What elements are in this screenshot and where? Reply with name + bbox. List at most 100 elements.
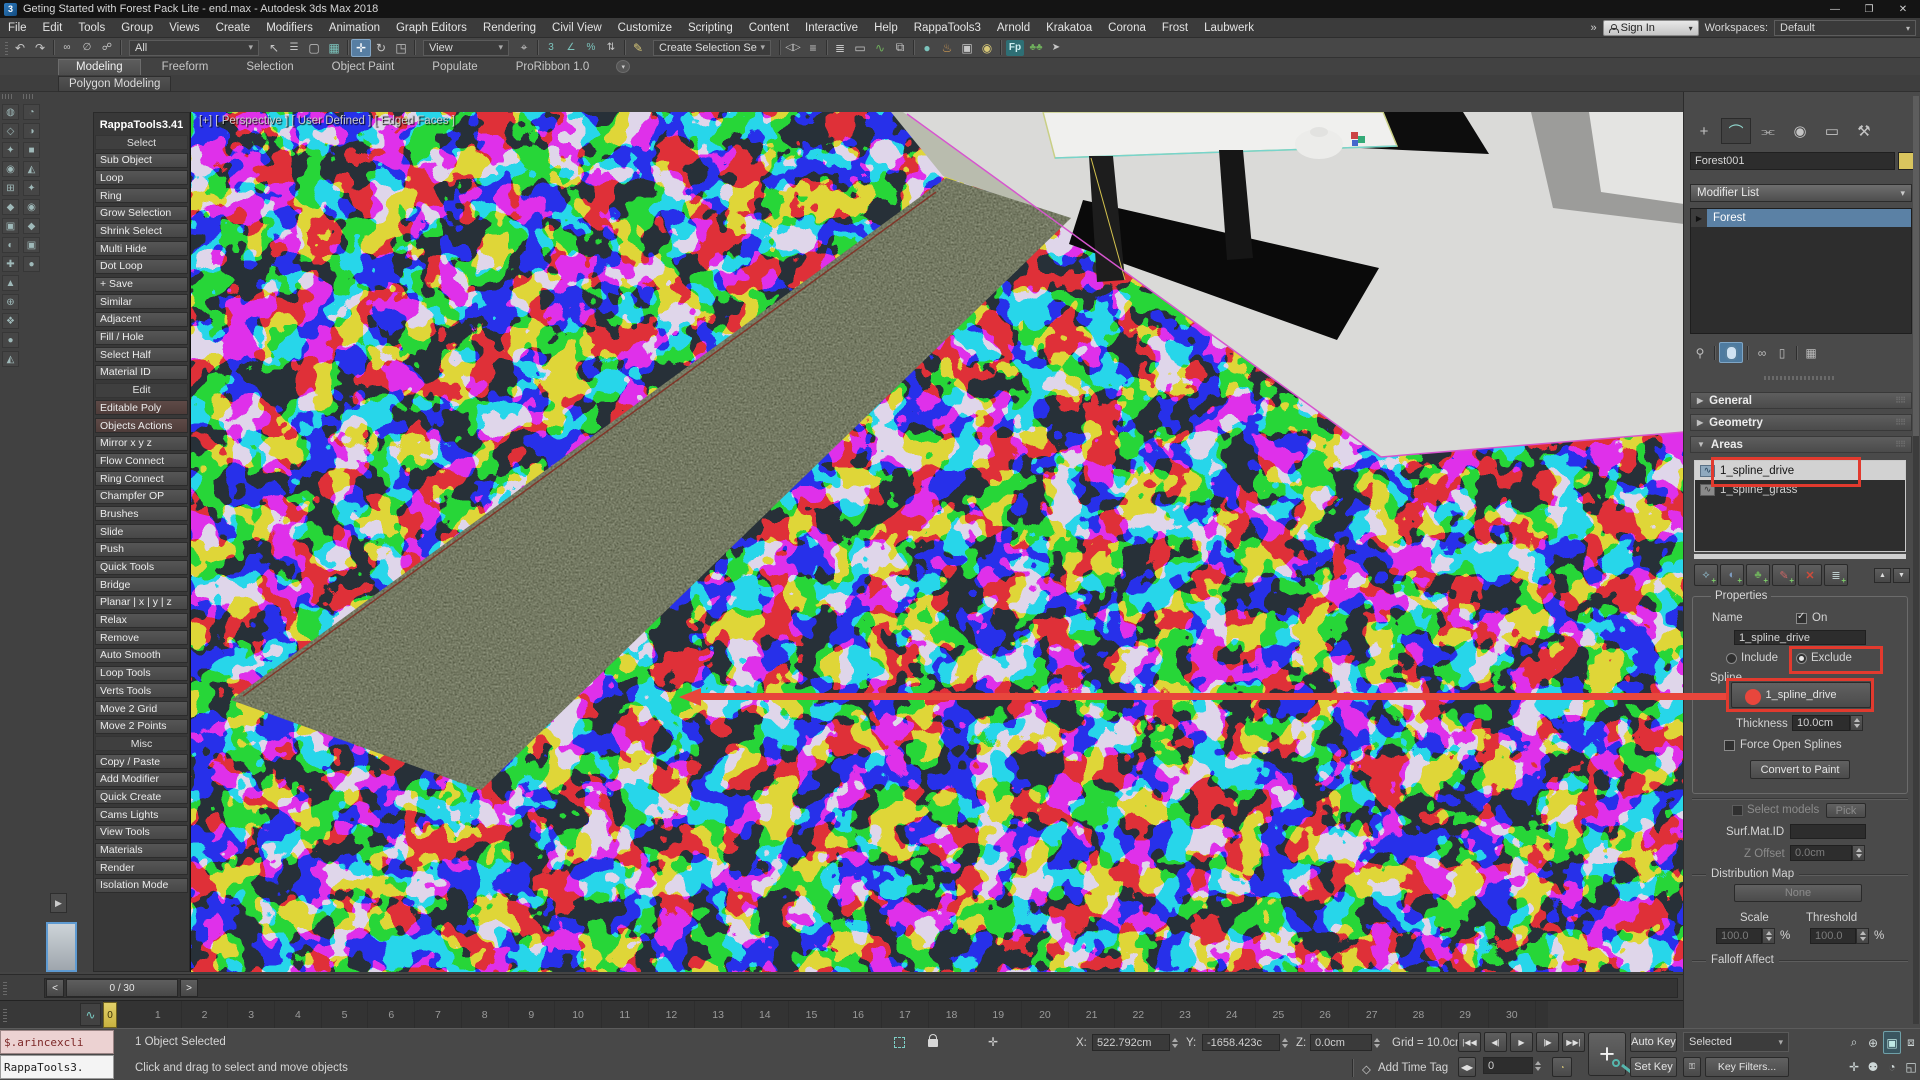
maxscript-listener-line1[interactable]: $.arincexcli [0,1030,114,1054]
command-panel-tab[interactable]: ⚒ [1849,118,1879,144]
toolbar-icon[interactable]: ♨ [937,39,957,57]
toolbar-icon[interactable] [344,39,351,57]
menu-item[interactable]: Rendering [475,18,544,38]
pin-stack-icon[interactable]: ⚲ [1690,343,1710,362]
dock-toolbar-icon[interactable]: ⊕ [2,294,19,310]
rappatools-button[interactable]: Remove [95,630,188,645]
viewport[interactable]: [+] [ Perspective ] [ User Defined ] [ E… [190,112,1683,972]
toolbar-icon[interactable]: ◁▷ [783,39,803,57]
remove-modifier-icon[interactable]: ▯ [1772,343,1792,362]
dock-toolbar-icon[interactable]: ● [23,256,40,272]
rappatools-button[interactable]: Multi Hide [95,241,188,256]
rappatools-button[interactable]: Champfer OP [95,489,188,504]
ribbon-tab[interactable]: Modeling [58,59,141,75]
toolbar-icon[interactable]: Create Selection Se [653,40,771,56]
add-time-tag[interactable]: Add Time Tag [1378,1062,1448,1074]
toolbar-icon[interactable]: ♣♣ [1026,39,1046,57]
force-open-splines-checkbox[interactable] [1724,740,1735,751]
toolbar-icon[interactable]: ≣ [830,39,850,57]
selection-lock-icon[interactable] [922,1030,944,1050]
spinner-arrows-icon[interactable] [1850,715,1863,731]
rappatools-button[interactable]: Shrink Select [95,223,188,238]
toolbar-icon[interactable] [823,39,830,57]
dock-toolbar-icon[interactable]: ◆ [2,199,19,215]
add-paint-area-button[interactable]: ✎+ [1772,564,1796,586]
rappatools-button[interactable]: Materials [95,843,188,858]
time-configuration-icon[interactable]: ◔ [1552,1057,1572,1077]
toolbar-icon[interactable]: ∅ [77,39,97,57]
key-filter-icon[interactable]: ⚿ [1683,1057,1701,1077]
rappatools-button[interactable]: Dot Loop [95,259,188,274]
expand-arrow-icon[interactable]: ▶ [1691,209,1707,227]
viewport-nav-icon[interactable]: ◔ [1883,1055,1901,1078]
rappatools-button[interactable]: Loop [95,170,188,185]
convert-to-paint-button[interactable]: Convert to Paint [1750,760,1850,779]
toolbar-icon[interactable]: ↖ [264,39,284,57]
command-panel-tab[interactable]: + [1689,118,1719,144]
area-name-field[interactable]: 1_spline_drive [1734,630,1866,645]
window-control-button[interactable]: ✕ [1886,1,1920,17]
toolbar-icon[interactable] [621,39,628,57]
dock-toolbar-icon[interactable]: ◐ [2,237,19,253]
time-slider-track[interactable] [44,978,1678,998]
toolbar-icon[interactable]: ∿ [870,39,890,57]
rappatools-button[interactable]: Edit [95,383,188,398]
previous-frame-button[interactable]: < [46,979,64,997]
toolbar-icon[interactable]: View [423,40,509,56]
menu-item[interactable]: Arnold [989,18,1038,38]
show-end-result-icon[interactable] [1719,342,1743,363]
rappatools-button[interactable]: Add Modifier [95,772,188,787]
rappatools-button[interactable]: Select [95,135,188,150]
toolbar-icon[interactable]: ⧉ [890,39,910,57]
rollout-general[interactable]: ▶General⠿⠿ [1690,392,1912,409]
include-radio[interactable] [1726,653,1737,664]
menu-item[interactable]: Create [208,18,259,38]
rappatools-button[interactable]: Auto Smooth [95,648,188,663]
ribbon-tab[interactable]: Selection [229,60,310,75]
menu-item[interactable]: Tools [70,18,113,38]
rappatools-button[interactable]: Objects Actions [95,418,188,433]
toolbar-icon[interactable]: ✎ [628,39,648,57]
menu-item[interactable]: Help [866,18,906,38]
toolbar-icon[interactable] [534,39,541,57]
menu-overflow-chevrons[interactable]: » [1591,22,1597,34]
dock-toolbar-icon[interactable]: ⊞ [2,180,19,196]
menu-item[interactable]: Content [741,18,797,38]
command-panel-tab[interactable]: ▭ [1817,118,1847,144]
toolbar-icon[interactable] [2,39,10,57]
dock-toolbar-icon[interactable]: ✦ [2,142,19,158]
toolbar-icon[interactable]: ∠ [561,39,581,57]
rappatools-button[interactable]: Ring [95,188,188,203]
time-slider-button[interactable]: 0 / 30 [66,979,178,997]
time-marker[interactable]: 0 [103,1002,117,1028]
viewport-nav-icon[interactable]: ⌕ [1845,1031,1863,1054]
workspace-dropdown[interactable]: Default ▾ [1774,20,1916,36]
rappatools-button[interactable]: + Save [95,277,188,292]
dock-toolbar-icon[interactable]: ◍ [2,104,19,120]
rappatools-button[interactable]: Move 2 Points [95,719,188,734]
dock-toolbar-icon[interactable]: ◉ [2,161,19,177]
playback-button[interactable]: ▶ [1510,1032,1533,1052]
menu-item[interactable]: Graph Editors [388,18,475,38]
select-models-checkbox[interactable] [1732,805,1743,816]
y-coordinate-field[interactable]: -1658.423c [1202,1034,1280,1051]
distribution-map-none-button[interactable]: None [1734,884,1862,902]
toolbar-grip[interactable] [23,94,35,99]
delete-area-button[interactable]: ✕ [1798,564,1822,586]
areas-list[interactable]: ∿ 1_spline_drive ∿ 1_spline_grass [1694,460,1906,552]
toolbar-icon[interactable]: ➤ [1046,39,1066,57]
mini-curve-editor-button[interactable]: ∿ [80,1003,101,1026]
rappatools-button[interactable]: Relax [95,613,188,628]
track-bar-ruler[interactable]: 1234567891011121314151617181920212223242… [103,1001,1548,1029]
rappatools-button[interactable]: Mirror x y z [95,436,188,451]
spinner-arrows-icon[interactable] [1852,845,1865,861]
rappatools-button[interactable]: Verts Tools [95,683,188,698]
rappatools-button[interactable]: Bridge [95,577,188,592]
dock-toolbar-icon[interactable]: ✦ [23,180,40,196]
maxscript-listener-line2[interactable]: RappaTools3. [0,1055,114,1079]
viewport-nav-icon[interactable]: ⊕ [1864,1031,1882,1054]
selection-set-dropdown[interactable]: Selected [1683,1032,1789,1052]
isolate-selection-icon[interactable] [888,1032,910,1052]
rappatools-button[interactable]: Misc [95,736,188,751]
menu-item[interactable]: Modifiers [258,18,321,38]
